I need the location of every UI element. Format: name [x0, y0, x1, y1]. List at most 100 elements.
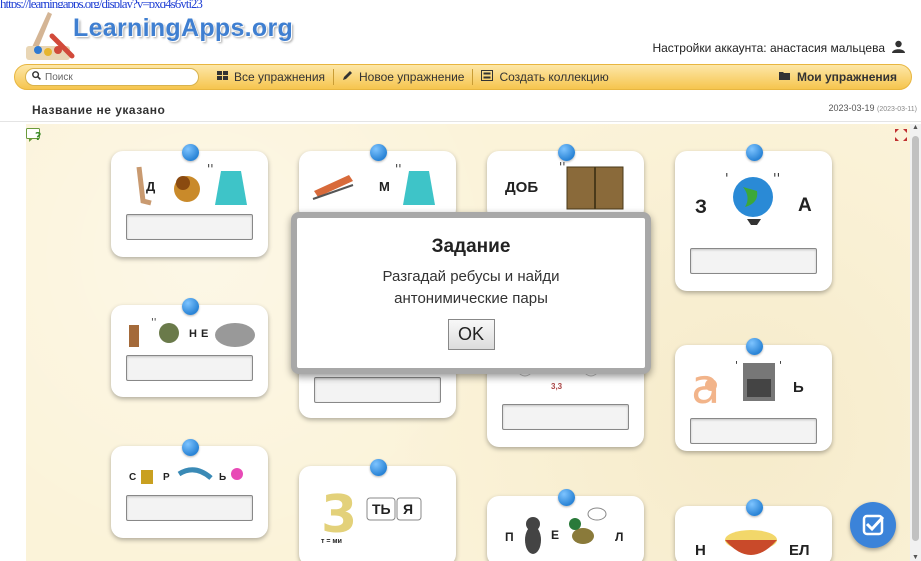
card-pin — [181, 144, 199, 161]
card-pin — [181, 298, 199, 315]
date-small: (2023-03-11) — [877, 106, 917, 113]
answer-field[interactable] — [126, 355, 253, 381]
svg-text:': ' — [779, 359, 782, 372]
rebus-card[interactable]: ' '' З А — [675, 144, 832, 291]
rebus-picture: '' ДОБ — [497, 160, 634, 213]
rebus-letter: ЕЛ — [789, 542, 810, 559]
scroll-thumb[interactable] — [912, 136, 919, 541]
nav-create-collection[interactable]: Создать коллекцию — [473, 70, 616, 84]
grid-icon — [217, 70, 228, 84]
rebus-card[interactable]: '' Н Е — [111, 298, 268, 397]
rebus-letter: ТЬ — [372, 501, 391, 517]
nav-all-exercises[interactable]: Все упражнения — [209, 70, 333, 84]
answer-field[interactable] — [502, 404, 629, 430]
card-pin — [557, 489, 575, 506]
answer-field[interactable] — [690, 418, 817, 444]
svg-text:': ' — [725, 172, 729, 187]
pencil-icon — [342, 70, 353, 84]
rebus-letter: Н — [189, 328, 197, 340]
rebus-letter: Ь — [219, 472, 227, 483]
rebus-card[interactable]: 3 ТЬ Я т = ми — [299, 459, 456, 561]
card-pin — [745, 499, 763, 516]
check-icon — [850, 514, 896, 552]
svg-text:'': '' — [395, 162, 402, 176]
nav-create-collection-label: Создать коллекцию — [499, 70, 609, 84]
fullscreen-icon[interactable] — [895, 128, 907, 141]
card-pin — [181, 439, 199, 456]
app-root: https://learningapps.org/display?v=pxq4s… — [0, 0, 921, 561]
rebus-card[interactable]: '' М — [299, 144, 456, 221]
svg-text:': ' — [735, 359, 738, 372]
rebus-picture: С Р Ь — [121, 456, 258, 496]
answer-field[interactable] — [690, 248, 817, 274]
rebus-letter: П — [505, 530, 514, 544]
rebus-picture: '' М — [309, 161, 446, 213]
search-icon — [32, 71, 41, 83]
rebus-letter: С — [129, 472, 137, 483]
rebus-letter: Д — [146, 179, 156, 194]
card-pin — [745, 338, 763, 355]
help-icon[interactable]: ? — [26, 128, 43, 143]
page-url-link[interactable]: https://learningapps.org/display?v=pxq4s… — [0, 0, 921, 8]
folder-icon — [778, 70, 791, 84]
rebus-card[interactable]: '' ДОБ — [487, 144, 644, 221]
rebus-picture: '' Н Е — [121, 315, 258, 355]
account-label[interactable]: Настройки аккаунта: анастасия мальцева — [652, 41, 885, 55]
card-pin — [745, 144, 763, 161]
rebus-card[interactable]: '' Д — [111, 144, 268, 257]
rebus-letter: Я — [403, 501, 414, 517]
svg-text:'': '' — [559, 161, 566, 174]
ok-button[interactable]: OK — [447, 319, 495, 350]
rebus-card[interactable]: С Р Ь — [111, 439, 268, 538]
page-date: 2023-03-19 (2023-03-11) — [828, 103, 917, 113]
nav-all-exercises-label: Все упражнения — [234, 70, 326, 84]
answer-field[interactable] — [126, 495, 253, 521]
account-settings[interactable]: Настройки аккаунта: анастасия мальцева — [652, 40, 905, 56]
collection-icon — [481, 70, 494, 84]
card-pin — [369, 144, 387, 161]
search-placeholder: Поиск — [45, 71, 73, 83]
rebus-card[interactable]: П Е Л — [487, 489, 644, 561]
rebus-letter: т = ми — [321, 538, 342, 545]
rebus-letter: Н — [695, 542, 706, 559]
rebus-picture: 3 ТЬ Я т = ми — [309, 476, 446, 546]
rebus-card[interactable]: 3,3 — [487, 363, 644, 447]
stage-scrollbar[interactable]: ▲ ▼ — [910, 124, 921, 561]
rebus-letter: А — [798, 195, 812, 216]
rebus-letter: М — [379, 179, 390, 194]
rebus-letter: Ь — [793, 379, 804, 396]
svg-text:?: ? — [35, 130, 41, 143]
dialog-title: Задание — [431, 236, 511, 257]
user-icon — [892, 40, 905, 56]
rebus-picture: a'' Ь — [685, 355, 822, 415]
answer-field[interactable] — [314, 377, 441, 403]
rebus-letter: Р — [163, 472, 170, 483]
logo-text[interactable]: LearningApps.org — [73, 14, 293, 43]
rebus-letter: Е — [201, 328, 209, 340]
rebus-letter: Л — [615, 530, 624, 544]
date-main: 2023-03-19 — [828, 103, 875, 113]
rebus-card[interactable]: Н ЕЛ — [675, 499, 832, 561]
nav-my-exercises-label: Мои упражнения — [796, 70, 897, 84]
scroll-up-icon[interactable]: ▲ — [912, 124, 919, 131]
dialog-text: Разгадай ребусы и найди антонимические п… — [382, 268, 560, 307]
svg-text:'': '' — [773, 172, 780, 187]
scroll-down-icon[interactable]: ▼ — [912, 554, 919, 561]
svg-text:'': '' — [207, 162, 214, 176]
rebus-picture: П Е Л — [497, 506, 634, 558]
rebus-picture: ' '' З А — [685, 161, 822, 241]
nav-new-exercise[interactable]: Новое упражнение — [334, 70, 472, 84]
main-nav: Поиск Все упражнения Новое упражнение Со… — [14, 64, 912, 90]
card-pin — [369, 459, 387, 476]
answer-field[interactable] — [126, 214, 253, 240]
rebus-letter: ДОБ — [505, 179, 539, 196]
nav-my-exercises[interactable]: Мои упражнения — [771, 70, 905, 84]
rebus-picture: '' Д — [121, 161, 258, 213]
search-input[interactable]: Поиск — [25, 68, 199, 86]
nav-new-exercise-label: Новое упражнение — [359, 70, 465, 84]
rebus-card[interactable]: a'' Ь — [675, 338, 832, 451]
svg-text:'': '' — [151, 317, 157, 328]
rebus-picture: Н ЕЛ — [685, 516, 822, 561]
check-answers-button[interactable] — [850, 502, 896, 548]
rebus-letter: 3,3 — [551, 382, 563, 391]
